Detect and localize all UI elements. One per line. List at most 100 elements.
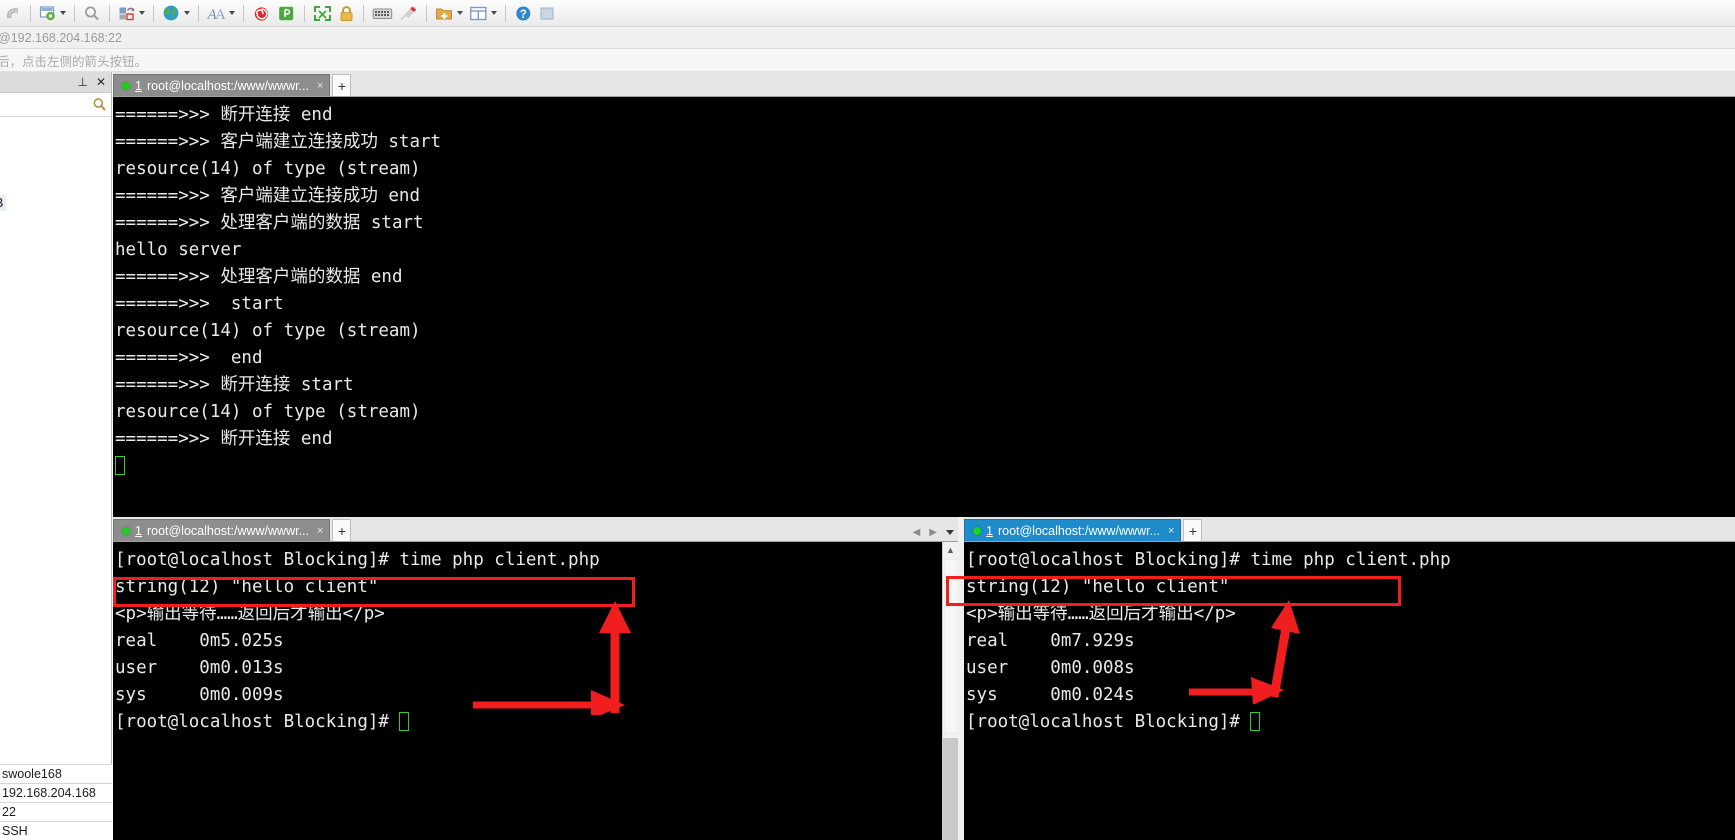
- new-tab-button[interactable]: +: [332, 519, 352, 541]
- back-button[interactable]: [2, 1, 25, 25]
- terminal-line: resource(14) of type (stream): [115, 321, 421, 341]
- svg-text:?: ?: [520, 9, 527, 21]
- sidebar-titlebar: ⊥ ✕: [0, 72, 111, 93]
- tab-number: 1: [135, 523, 142, 538]
- chevron-down-icon[interactable]: [184, 11, 190, 15]
- pen-icon: [400, 6, 417, 20]
- terminal-line-highlighted: <p>输出等待……返回后才输出</p>: [966, 604, 1236, 624]
- close-icon[interactable]: ✕: [96, 76, 106, 88]
- toolbar-separator: [30, 4, 31, 22]
- keyboard-icon: [372, 8, 393, 19]
- overflow-button[interactable]: [536, 1, 559, 25]
- lock-button[interactable]: [335, 1, 358, 25]
- tab-list-chevron-down-icon[interactable]: [946, 530, 954, 535]
- terminal-line: ======>>> 处理客户端的数据 start: [115, 213, 424, 233]
- terminal-line: [root@localhost Blocking]# time php clie…: [966, 550, 1451, 570]
- new-tab-button[interactable]: +: [1183, 519, 1203, 541]
- property-row: 192.168.204.168: [0, 783, 112, 802]
- close-icon[interactable]: ×: [317, 525, 323, 537]
- chevron-down-icon[interactable]: [229, 11, 235, 15]
- fullscreen-button[interactable]: [310, 1, 335, 25]
- terminal-line: ======>>> 客户端建立连接成功 start: [115, 132, 442, 152]
- terminal-line: ======>>> 客户端建立连接成功 end: [115, 186, 421, 206]
- plugin-icon: [279, 6, 294, 20]
- chevron-down-icon[interactable]: [60, 11, 66, 15]
- toolbar-separator: [198, 4, 199, 22]
- chevron-down-icon[interactable]: [491, 11, 497, 15]
- session-settings-icon: [39, 5, 55, 20]
- keyboard-button[interactable]: [369, 1, 396, 25]
- terminal-line-user: user 0m0.013s: [115, 658, 284, 678]
- terminal-prompt: [root@localhost Blocking]#: [966, 712, 1251, 732]
- bottom-left-tabstrip: 1 root@localhost:/www/wwwr... × + ◀ ▶: [113, 517, 958, 542]
- top-terminal-pane: 1 root@localhost:/www/wwwr... × + ======…: [113, 72, 1735, 517]
- terminal-line-sys: sys 0m0.009s: [115, 685, 284, 705]
- top-terminal-output[interactable]: ======>>> 断开连接 end ======>>> 客户端建立连接成功 s…: [113, 97, 1735, 517]
- chevron-down-icon[interactable]: [139, 11, 145, 15]
- session-manager-sidebar: ⊥ ✕ B swoole168 192.168.204.168 22 SSH: [0, 72, 112, 840]
- terminal-line: resource(14) of type (stream): [115, 402, 421, 422]
- session-tree-item[interactable]: B: [0, 195, 7, 211]
- font-icon: A A: [207, 7, 226, 22]
- chevron-down-icon[interactable]: [457, 11, 463, 15]
- snail-button[interactable]: [249, 1, 274, 25]
- find-button[interactable]: [80, 1, 104, 25]
- layout-button[interactable]: [466, 1, 500, 25]
- pin-icon[interactable]: ⊥: [77, 76, 87, 88]
- terminal-line-real: real 0m7.929s: [966, 631, 1135, 651]
- terminal-line: string(12) "hello client": [966, 577, 1230, 597]
- tab-title: root@localhost:/www/wwwr...: [146, 78, 309, 93]
- session-tree[interactable]: B: [0, 117, 111, 707]
- toolbar-separator: [505, 4, 506, 22]
- terminal-line: string(12) "hello client": [115, 577, 379, 597]
- overflow-icon: [540, 7, 554, 19]
- terminal-workspace: 1 root@localhost:/www/wwwr... × + ======…: [113, 72, 1735, 840]
- application-window: A A ? @192.168.204.168:22 后，点击左侧的箭头按钮。 ⊥…: [0, 0, 1735, 840]
- transfer-icon: [119, 7, 135, 20]
- web-browse-button[interactable]: [159, 1, 193, 25]
- terminal-line-user: user 0m0.008s: [966, 658, 1135, 678]
- tab-root-localhost-bottom-right[interactable]: 1 root@localhost:/www/wwwr... ×: [964, 519, 1182, 541]
- toolbar-separator: [304, 4, 305, 22]
- bottom-left-vertical-scrollbar[interactable]: ▲: [942, 542, 958, 840]
- nav-prev-icon[interactable]: ◀: [913, 527, 921, 538]
- plugin-button[interactable]: [274, 1, 299, 25]
- main-toolbar: A A ?: [0, 0, 1735, 27]
- scroll-up-icon[interactable]: ▲: [943, 542, 958, 558]
- terminal-line: ======>>> 断开连接 end: [115, 429, 333, 449]
- address-bar[interactable]: @192.168.204.168:22: [0, 27, 1735, 49]
- session-properties: swoole168 192.168.204.168 22 SSH: [0, 764, 112, 840]
- toolbar-separator: [74, 4, 75, 22]
- new-session-button[interactable]: [432, 1, 466, 25]
- terminal-line: [root@localhost Blocking]# time php clie…: [115, 550, 600, 570]
- close-icon[interactable]: ×: [317, 80, 323, 92]
- tab-number: 1: [135, 78, 142, 93]
- edit-button[interactable]: [396, 1, 421, 25]
- tab-root-localhost-bottom-left[interactable]: 1 root@localhost:/www/wwwr... ×: [113, 519, 331, 541]
- terminal-cursor: [115, 456, 125, 475]
- terminal-line-real: real 0m5.025s: [115, 631, 284, 651]
- property-row: SSH: [0, 821, 112, 840]
- font-button[interactable]: A A: [204, 1, 238, 25]
- nav-next-icon[interactable]: ▶: [929, 527, 937, 538]
- terminal-line: ======>>> 断开连接 start: [115, 375, 354, 395]
- bottom-left-pane: 1 root@localhost:/www/wwwr... × + ◀ ▶ [r…: [113, 517, 958, 840]
- scrollbar-track[interactable]: [943, 738, 958, 840]
- hint-bar: 后，点击左侧的箭头按钮。: [0, 49, 1735, 72]
- back-icon: [7, 6, 18, 18]
- bottom-right-terminal-output[interactable]: [root@localhost Blocking]# time php clie…: [964, 542, 1735, 840]
- help-button[interactable]: ?: [511, 1, 536, 25]
- transfer-button[interactable]: [115, 1, 148, 25]
- sidebar-search-input[interactable]: [0, 93, 111, 117]
- terminal-line: ======>>> start: [115, 294, 284, 314]
- scrollbar-thumb[interactable]: [944, 559, 958, 734]
- new-tab-button[interactable]: +: [332, 74, 352, 96]
- tab-root-localhost-top[interactable]: 1 root@localhost:/www/wwwr... ×: [113, 74, 331, 96]
- bottom-left-terminal-output[interactable]: [root@localhost Blocking]# time php clie…: [113, 542, 958, 840]
- lock-icon: [340, 5, 353, 21]
- close-icon[interactable]: ×: [1168, 525, 1174, 537]
- snail-icon: [254, 6, 269, 21]
- toolbar-separator: [363, 4, 364, 22]
- terminal-cursor: [1250, 712, 1261, 731]
- session-settings-button[interactable]: [36, 1, 69, 25]
